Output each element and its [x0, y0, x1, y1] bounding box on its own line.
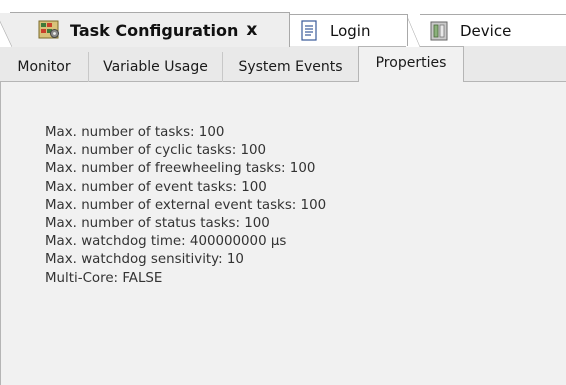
properties-list: Max. number of tasks: 100 Max. number of…	[45, 124, 326, 288]
doc-tab-label: Task Configuration	[70, 20, 239, 40]
property-max-cyclic-tasks: Max. number of cyclic tasks: 100	[45, 143, 267, 159]
doc-tab-device[interactable]: Device	[406, 14, 566, 47]
doc-tab-label: Device	[460, 21, 512, 40]
editor-tab-strip: Monitor Variable Usage System Events Pro…	[0, 46, 566, 83]
device-icon	[428, 20, 450, 42]
properties-panel: Max. number of tasks: 100 Max. number of…	[0, 82, 566, 385]
tab-monitor[interactable]: Monitor	[0, 52, 88, 82]
document-icon	[298, 19, 320, 42]
doc-tab-task-configuration[interactable]: Task Configuration x	[0, 12, 290, 47]
doc-tab-login[interactable]: Login	[288, 14, 408, 46]
property-max-event-tasks: Max. number of event tasks: 100	[45, 179, 267, 195]
doc-tab-label: Login	[330, 21, 371, 40]
property-max-watchdog-time: Max. watchdog time: 400000000 µs	[45, 234, 287, 250]
tab-variable-usage[interactable]: Variable Usage	[88, 52, 222, 82]
property-multi-core: Multi-Core: FALSE	[45, 270, 163, 286]
tab-properties[interactable]: Properties	[358, 46, 464, 83]
property-max-freewheeling-tasks: Max. number of freewheeling tasks: 100	[45, 161, 316, 177]
tab-system-events[interactable]: System Events	[222, 52, 358, 82]
task-configuration-editor: Task Configuration x Login Device Monito…	[0, 0, 566, 385]
close-icon[interactable]: x	[246, 20, 257, 40]
document-tab-strip: Task Configuration x Login Device	[0, 0, 566, 47]
task-configuration-icon	[38, 19, 60, 41]
property-max-tasks: Max. number of tasks: 100	[45, 125, 225, 140]
property-max-status-tasks: Max. number of status tasks: 100	[45, 216, 270, 232]
property-max-external-event-tasks: Max. number of external event tasks: 100	[45, 197, 327, 213]
property-max-watchdog-sensitivity: Max. watchdog sensitivity: 10	[45, 252, 244, 268]
